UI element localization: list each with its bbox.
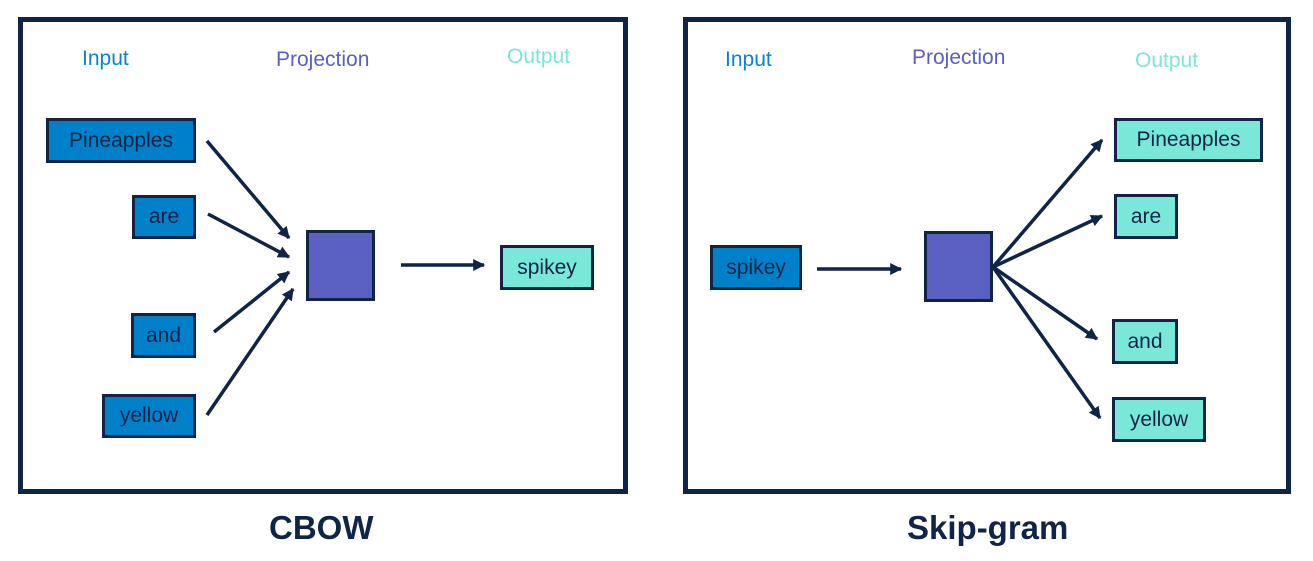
cbow-caption: CBOW [269, 509, 374, 546]
skipgram-input-header: Input [725, 48, 772, 71]
cbow-input-word: are [132, 195, 196, 239]
skipgram-projection-node [924, 231, 993, 302]
cbow-input-word: and [131, 313, 196, 358]
cbow-input-header: Input [82, 47, 129, 70]
skipgram-input-word: spikey [710, 245, 802, 290]
skipgram-output-word: Pineapples [1114, 118, 1263, 162]
cbow-output-header: Output [507, 45, 571, 68]
cbow-projection-header: Projection [276, 48, 370, 71]
cbow-projection-node [306, 230, 375, 301]
skipgram-projection-header: Projection [912, 46, 1006, 69]
skipgram-caption: Skip-gram [907, 509, 1069, 546]
cbow-input-word: yellow [102, 394, 196, 438]
skipgram-output-word: yellow [1112, 397, 1206, 442]
skipgram-output-word: and [1112, 319, 1178, 364]
cbow-output-word: spikey [500, 245, 594, 290]
skipgram-output-word: are [1114, 194, 1178, 239]
skipgram-output-header: Output [1135, 49, 1199, 72]
cbow-input-word: Pineapples [46, 118, 196, 163]
